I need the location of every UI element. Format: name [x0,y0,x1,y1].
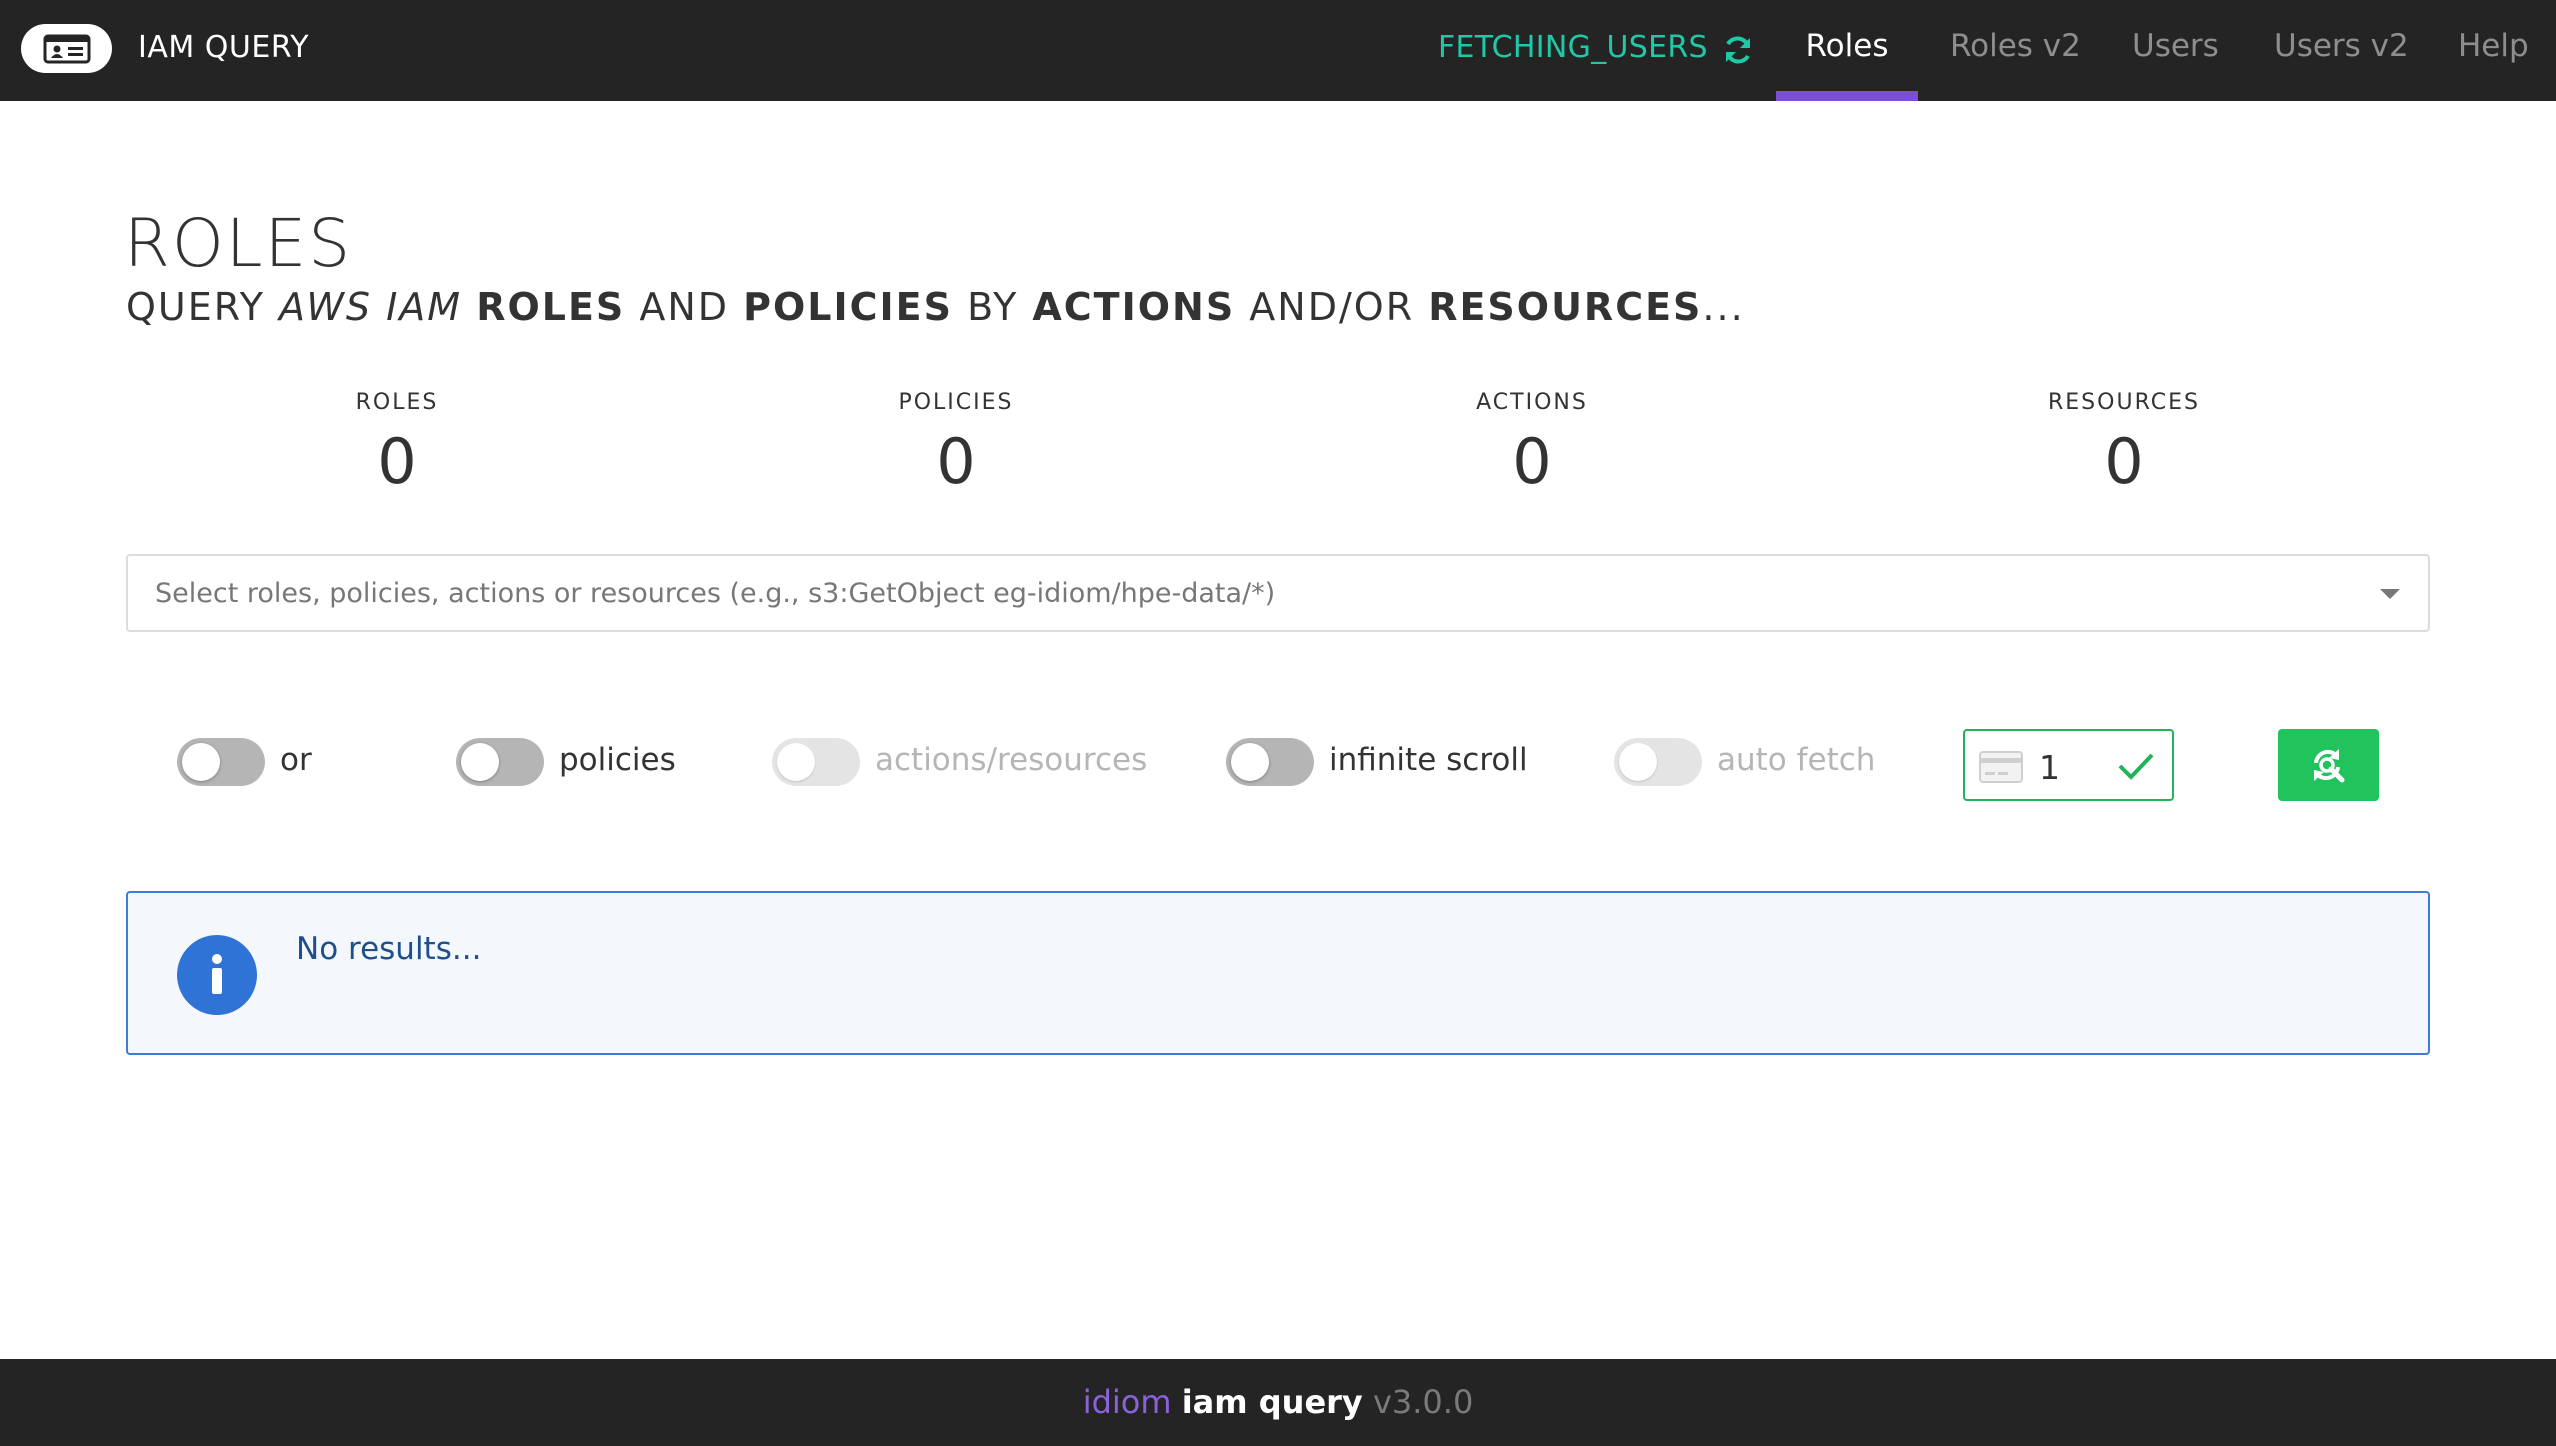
footer: idiom iam query v3.0.0 [0,1359,2556,1446]
toggle-knob [461,743,499,781]
stat-value: 0 [936,425,976,498]
stat-roles: ROLES 0 [247,390,547,498]
subtitle-policies: POLICIES [743,285,953,329]
checkmark-icon [2118,753,2154,780]
toggle-switch[interactable] [456,738,544,786]
toggle-knob [182,743,220,781]
toggle-label: auto fetch [1717,742,1876,778]
stat-actions: ACTIONS 0 [1382,390,1682,498]
stat-resources: RESOURCES 0 [1974,390,2274,498]
subtitle-part: QUERY [126,285,279,329]
top-navbar: IAM QUERY FETCHING_USERS Roles Roles v2 … [0,0,2556,101]
stat-label: ROLES [355,390,439,415]
stat-policies: POLICIES 0 [806,390,1106,498]
page-subtitle: QUERY AWS IAM ROLES AND POLICIES BY ACTI… [126,285,1745,329]
logo[interactable] [21,24,112,73]
tab-users-v2-label: Users v2 [2274,28,2409,64]
subtitle-part: AND/OR [1235,285,1429,329]
tab-roles-v2-label: Roles v2 [1950,28,2081,64]
subtitle-actions: ACTIONS [1032,285,1236,329]
app-title: IAM QUERY [138,30,310,65]
stat-label: ACTIONS [1476,390,1588,415]
stat-value: 0 [1512,425,1552,498]
subtitle-resources: RESOURCES [1428,285,1703,329]
toggle-label: infinite scroll [1329,742,1528,778]
tab-help-label: Help [2458,28,2529,64]
search-placeholder: Select roles, policies, actions or resou… [155,578,1276,609]
active-tab-indicator [1776,91,1918,101]
footer-version: v3.0.0 [1372,1383,1474,1421]
info-icon [177,935,257,1015]
info-message-text: No results... [296,931,482,967]
page-number-input[interactable]: 1 [1963,729,2174,801]
fetch-status: FETCHING_USERS [1438,30,1708,65]
subtitle-part: ... [1702,285,1745,329]
toggle-switch[interactable] [1226,738,1314,786]
subtitle-part: AND [625,285,744,329]
stat-label: POLICIES [898,390,1014,415]
toggle-label: actions/resources [875,742,1148,778]
stat-label: RESOURCES [2048,390,2200,415]
subtitle-roles: ROLES [476,285,626,329]
tab-users[interactable]: Users [2132,0,2219,101]
footer-brand: idiom [1082,1383,1172,1421]
credit-card-icon [1979,751,2023,783]
toggle-knob [1619,743,1657,781]
stat-value: 0 [377,425,417,498]
tab-help[interactable]: Help [2458,0,2529,101]
info-glyph [212,954,222,994]
toggle-label: or [280,742,312,778]
tab-roles-v2[interactable]: Roles v2 [1950,0,2081,101]
toggle-knob [1231,743,1269,781]
tab-users-label: Users [2132,28,2219,64]
toggle-switch [1614,738,1702,786]
tab-roles-label: Roles [1805,28,1889,64]
id-card-icon [43,34,91,64]
toggle-label: policies [559,742,676,778]
toggle-switch [772,738,860,786]
refresh-search-icon [2314,749,2345,783]
search-select[interactable]: Select roles, policies, actions or resou… [126,554,2430,632]
toggle-knob [777,743,815,781]
tab-users-v2[interactable]: Users v2 [2274,0,2409,101]
page-number-value[interactable]: 1 [2039,748,2060,787]
subtitle-part: BY [953,285,1033,329]
stat-value: 0 [2104,425,2144,498]
sync-icon [1726,36,1750,64]
page-title: ROLES [124,205,353,282]
footer-product: iam query [1181,1383,1363,1421]
toggle-switch[interactable] [177,738,265,786]
subtitle-part [462,285,476,329]
info-message: No results... [126,891,2430,1055]
refresh-search-button[interactable] [2278,729,2379,801]
tab-roles[interactable]: Roles [1776,0,1918,101]
subtitle-aws-iam: AWS IAM [279,285,463,329]
chevron-down-icon[interactable] [2380,589,2400,599]
